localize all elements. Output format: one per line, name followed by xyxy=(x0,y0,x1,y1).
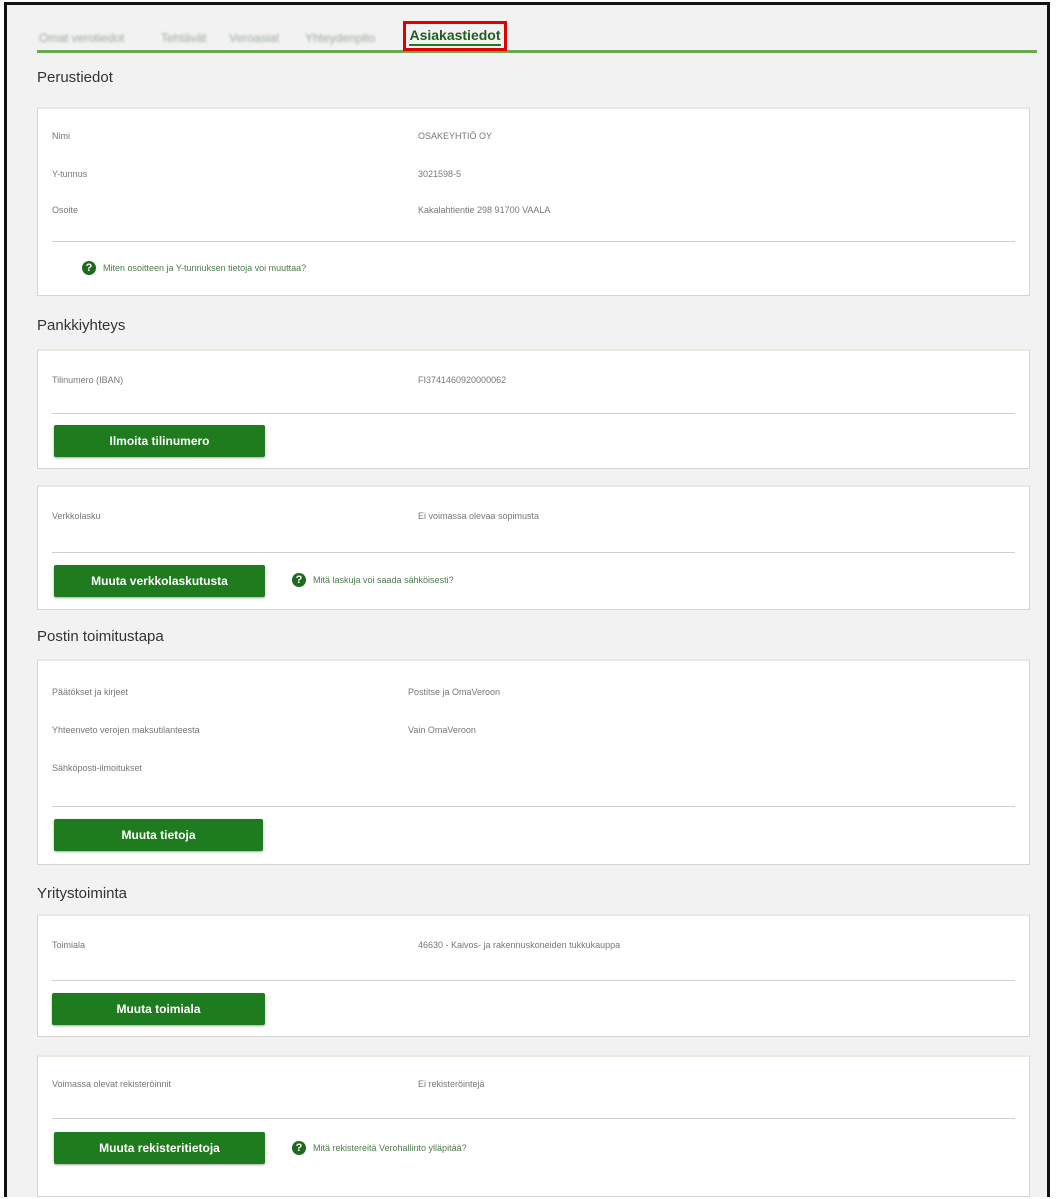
card-verkkolasku: Verkkolasku Ei voimassa olevaa sopimusta… xyxy=(37,485,1030,610)
value-nimi: OSAKEYHTIÖ OY xyxy=(418,131,493,141)
change-registers-button[interactable]: Muuta rekisteritietoja xyxy=(54,1132,265,1164)
change-info-button[interactable]: Muuta tietoja xyxy=(54,819,263,851)
divider xyxy=(52,413,1015,414)
tab-yhteydenpito[interactable]: Yhteydenpito xyxy=(305,31,375,45)
divider xyxy=(52,552,1015,553)
tab-tehtavat[interactable]: Tehtävät xyxy=(161,31,206,45)
section-title-posti: Postin toimitustapa xyxy=(37,628,164,645)
label-verkkolasku: Verkkolasku xyxy=(52,511,101,521)
label-yhteenveto: Yhteenveto verojen maksutilanteesta xyxy=(52,725,200,735)
label-y-tunnus: Y-tunnus xyxy=(52,169,88,179)
section-title-perustiedot: Perustiedot xyxy=(37,69,113,86)
section-title-yritystoiminta: Yritystoiminta xyxy=(37,885,128,902)
section-title-pankkiyhteys: Pankkiyhteys xyxy=(37,317,126,334)
tab-asiakastiedot[interactable]: Asiakastiedot xyxy=(403,21,507,51)
card-rekisterit: Voimassa olevat rekisteröinnit Ei rekist… xyxy=(37,1055,1030,1197)
change-einvoice-button[interactable]: Muuta verkkolaskutusta xyxy=(54,565,265,597)
divider xyxy=(52,1118,1015,1119)
help-text: Miten osoitteen ja Y-tunnuksen tietoja v… xyxy=(103,263,307,273)
value-rekisteroinnit: Ei rekisteröintejä xyxy=(418,1079,485,1089)
tab-asiakastiedot-label: Asiakastiedot xyxy=(409,27,501,46)
label-osoite: Osoite xyxy=(52,205,79,215)
card-toimiala: Toimiala 46630 - Kaivos- ja rakennuskone… xyxy=(37,914,1030,1037)
help-text: Mitä laskuja voi saada sähköisesti? xyxy=(313,575,454,585)
card-perustiedot: Nimi OSAKEYHTIÖ OY Y-tunnus 3021598-5 Os… xyxy=(37,107,1030,296)
label-toimiala: Toimiala xyxy=(52,940,86,950)
tab-bar: Omat verotiedot Tehtävät Veroasiat Yhtey… xyxy=(37,5,1037,53)
help-link-address[interactable]: ? Miten osoitteen ja Y-tunnuksen tietoja… xyxy=(82,261,306,275)
change-industry-button[interactable]: Muuta toimiala xyxy=(52,993,265,1025)
value-y-tunnus: 3021598-5 xyxy=(418,169,462,179)
divider xyxy=(52,980,1015,981)
value-verkkolasku: Ei voimassa olevaa sopimusta xyxy=(418,511,540,521)
content: Omat verotiedot Tehtävät Veroasiat Yhtey… xyxy=(37,5,1037,1197)
divider xyxy=(52,241,1015,242)
value-toimiala: 46630 - Kaivos- ja rakennuskoneiden tukk… xyxy=(418,940,621,950)
question-icon: ? xyxy=(292,573,306,587)
label-sahkoposti: Sähköposti-ilmoitukset xyxy=(52,763,143,773)
divider xyxy=(52,806,1015,807)
label-nimi: Nimi xyxy=(52,131,70,141)
card-posti: Päätökset ja kirjeet Postitse ja OmaVero… xyxy=(37,659,1030,865)
question-icon: ? xyxy=(292,1141,306,1155)
card-iban: Tilinumero (IBAN) FI3741460920000062 Ilm… xyxy=(37,349,1030,469)
value-paatokset: Postitse ja OmaVeroon xyxy=(408,687,501,697)
report-account-button[interactable]: Ilmoita tilinumero xyxy=(54,425,265,457)
question-icon: ? xyxy=(82,261,96,275)
label-paatokset: Päätökset ja kirjeet xyxy=(52,687,129,697)
value-osoite: Kakalahtientie 298 91700 VAALA xyxy=(418,205,551,215)
label-iban: Tilinumero (IBAN) xyxy=(52,375,124,385)
label-rekisteroinnit: Voimassa olevat rekisteröinnit xyxy=(52,1079,172,1089)
help-text: Mitä rekistereitä Verohallinto ylläpitää… xyxy=(313,1143,467,1153)
tab-omat-verotiedot[interactable]: Omat verotiedot xyxy=(39,31,124,45)
help-link-registers[interactable]: ? Mitä rekistereitä Verohallinto ylläpit… xyxy=(292,1141,467,1155)
page-frame: Omat verotiedot Tehtävät Veroasiat Yhtey… xyxy=(4,2,1050,1197)
help-link-einvoice[interactable]: ? Mitä laskuja voi saada sähköisesti? xyxy=(292,573,454,587)
tab-veroasiat[interactable]: Veroasiat xyxy=(229,31,279,45)
value-yhteenveto: Vain OmaVeroon xyxy=(408,725,476,735)
value-iban: FI3741460920000062 xyxy=(418,375,507,385)
